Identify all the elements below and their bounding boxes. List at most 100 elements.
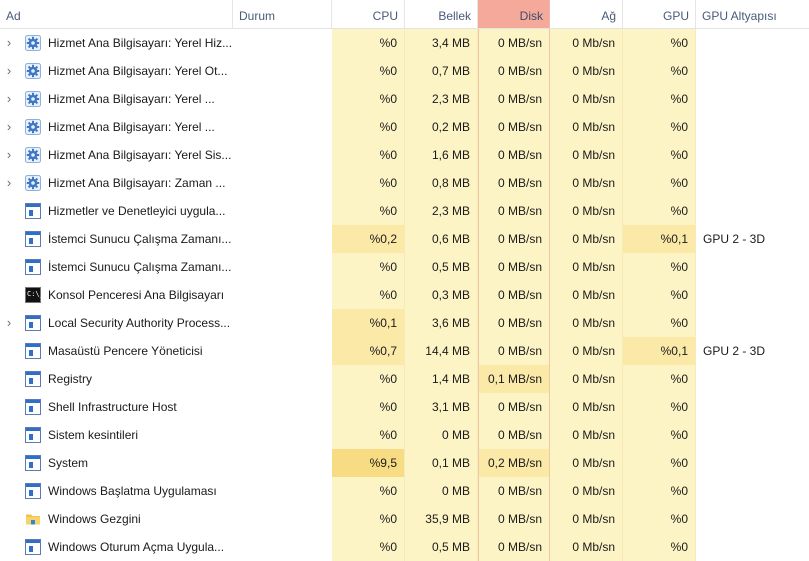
memory-value: 1,6 MB (405, 141, 478, 169)
cpu-value: %0 (332, 85, 405, 113)
disk-value: 0,1 MB/sn (478, 365, 550, 393)
process-name: Masaüstü Pencere Yöneticisi (48, 344, 203, 358)
process-name: Windows Başlatma Uygulaması (48, 484, 217, 498)
cpu-value: %0 (332, 281, 405, 309)
gpu-engine-value (696, 449, 809, 477)
process-row[interactable]: › Hizmet Ana Bilgisayarı: Yerel ... %0 2,3 … (0, 85, 809, 113)
cpu-value: %0 (332, 197, 405, 225)
process-row[interactable]: Sistem kesintileri %0 0 MB 0 MB/sn 0 Mb/sn %0 (0, 421, 809, 449)
column-header-gpu-engine[interactable]: GPU Altyapısı (696, 0, 809, 28)
gpu-engine-value (696, 253, 809, 281)
column-header-memory[interactable]: Bellek (405, 0, 478, 28)
process-name: İstemci Sunucu Çalışma Zamanı... (48, 260, 232, 274)
process-row[interactable]: › Hizmet Ana Bilgisayarı: Zaman ... %0 0,8 … (0, 169, 809, 197)
cpu-value: %0 (332, 29, 405, 57)
disk-value: 0 MB/sn (478, 141, 550, 169)
process-list: › Hizmet Ana Bilgisayarı: Yerel Hiz... %0 3… (0, 29, 809, 561)
process-row[interactable]: Windows Başlatma Uygulaması %0 0 MB 0 MB/sn… (0, 477, 809, 505)
process-name: Hizmet Ana Bilgisayarı: Zaman ... (48, 176, 226, 190)
cpu-value: %0 (332, 57, 405, 85)
process-row[interactable]: Masaüstü Pencere Yöneticisi %0,7 14,4 MB 0 … (0, 337, 809, 365)
disk-value: 0 MB/sn (478, 197, 550, 225)
column-header-gpu-engine-label: GPU Altyapısı (702, 9, 777, 23)
disk-value: 0 MB/sn (478, 29, 550, 57)
process-name: Hizmet Ana Bilgisayarı: Yerel ... (48, 92, 215, 106)
process-row[interactable]: C:\_ Konsol Penceresi Ana Bilgisayarı %0 0,… (0, 281, 809, 309)
column-header-name[interactable]: Ad (0, 0, 233, 28)
gpu-value: %0 (623, 505, 696, 533)
process-row[interactable]: Shell Infrastructure Host %0 3,1 MB 0 MB/sn… (0, 393, 809, 421)
network-value: 0 Mb/sn (550, 393, 623, 421)
column-header-network-label: Ağ (601, 9, 616, 23)
disk-value: 0,2 MB/sn (478, 449, 550, 477)
memory-value: 2,3 MB (405, 197, 478, 225)
network-value: 0 Mb/sn (550, 85, 623, 113)
column-header-gpu[interactable]: GPU (623, 0, 696, 28)
cpu-value: %0 (332, 477, 405, 505)
memory-value: 0 MB (405, 477, 478, 505)
cpu-value: %0,2 (332, 225, 405, 253)
cpu-value: %0,7 (332, 337, 405, 365)
gpu-engine-value (696, 29, 809, 57)
gpu-engine-value: GPU 2 - 3D (703, 344, 766, 358)
network-value: 0 Mb/sn (550, 225, 623, 253)
process-row[interactable]: Hizmetler ve Denetleyici uygula... %0 2,3 … (0, 197, 809, 225)
cpu-value: %0 (332, 253, 405, 281)
process-name: Konsol Penceresi Ana Bilgisayarı (48, 288, 225, 302)
gpu-engine-value (696, 141, 809, 169)
gpu-engine-value (696, 309, 809, 337)
process-name: Windows Oturum Açma Uygula... (48, 540, 225, 554)
process-row[interactable]: › Hizmet Ana Bilgisayarı: Yerel Sis... %0 1… (0, 141, 809, 169)
gpu-value: %0,1 (623, 337, 696, 365)
gpu-value: %0 (623, 533, 696, 561)
network-value: 0 Mb/sn (550, 421, 623, 449)
process-row[interactable]: › Hizmet Ana Bilgisayarı: Yerel Ot... %0 0,… (0, 57, 809, 85)
network-value: 0 Mb/sn (550, 197, 623, 225)
memory-value: 0,8 MB (405, 169, 478, 197)
process-row[interactable]: Windows Gezgini %0 35,9 MB 0 MB/sn 0 Mb/sn %0 (0, 505, 809, 533)
cpu-value: %9,5 (332, 449, 405, 477)
memory-value: 3,6 MB (405, 309, 478, 337)
column-header-disk[interactable]: Disk (478, 0, 550, 28)
memory-value: 14,4 MB (405, 337, 478, 365)
gpu-value: %0 (623, 169, 696, 197)
cpu-value: %0 (332, 365, 405, 393)
network-value: 0 Mb/sn (550, 477, 623, 505)
gpu-engine-value: GPU 2 - 3D (703, 232, 766, 246)
network-value: 0 Mb/sn (550, 533, 623, 561)
disk-value: 0 MB/sn (478, 225, 550, 253)
disk-value: 0 MB/sn (478, 533, 550, 561)
process-name: Hizmet Ana Bilgisayarı: Yerel Ot... (48, 64, 228, 78)
column-header-status[interactable]: Durum (233, 0, 332, 28)
process-name: Local Security Authority Process... (48, 316, 231, 330)
gpu-engine-value (696, 393, 809, 421)
process-row[interactable]: › Hizmet Ana Bilgisayarı: Yerel Hiz... %0 3… (0, 29, 809, 57)
process-row[interactable]: Windows Oturum Açma Uygula... %0 0,5 MB 0 M… (0, 533, 809, 561)
disk-value: 0 MB/sn (478, 253, 550, 281)
process-row[interactable]: › Local Security Authority Process... %0,1… (0, 309, 809, 337)
gpu-value: %0 (623, 253, 696, 281)
memory-value: 0 MB (405, 421, 478, 449)
process-row[interactable]: System %9,5 0,1 MB 0,2 MB/sn 0 Mb/sn %0 (0, 449, 809, 477)
process-name: Shell Infrastructure Host (48, 400, 177, 414)
gpu-engine-value (696, 57, 809, 85)
process-row[interactable]: İstemci Sunucu Çalışma Zamanı... %0 0,5 MB… (0, 253, 809, 281)
cpu-value: %0 (332, 533, 405, 561)
disk-value: 0 MB/sn (478, 393, 550, 421)
process-row[interactable]: Registry %0 1,4 MB 0,1 MB/sn 0 Mb/sn %0 (0, 365, 809, 393)
gpu-engine-value (696, 113, 809, 141)
cpu-value: %0 (332, 505, 405, 533)
cpu-value: %0 (332, 141, 405, 169)
column-header-status-label: Durum (239, 9, 276, 23)
column-header-cpu[interactable]: CPU (332, 0, 405, 28)
process-row[interactable]: › Hizmet Ana Bilgisayarı: Yerel ... %0 0,2 … (0, 113, 809, 141)
process-name: Windows Gezgini (48, 512, 141, 526)
column-header-network[interactable]: Ağ (550, 0, 623, 28)
network-value: 0 Mb/sn (550, 505, 623, 533)
memory-value: 0,3 MB (405, 281, 478, 309)
process-row[interactable]: İstemci Sunucu Çalışma Zamanı... %0,2 0,6 … (0, 225, 809, 253)
gpu-value: %0 (623, 29, 696, 57)
process-name: Registry (48, 372, 93, 386)
network-value: 0 Mb/sn (550, 365, 623, 393)
column-header-name-label: Ad (6, 9, 21, 23)
